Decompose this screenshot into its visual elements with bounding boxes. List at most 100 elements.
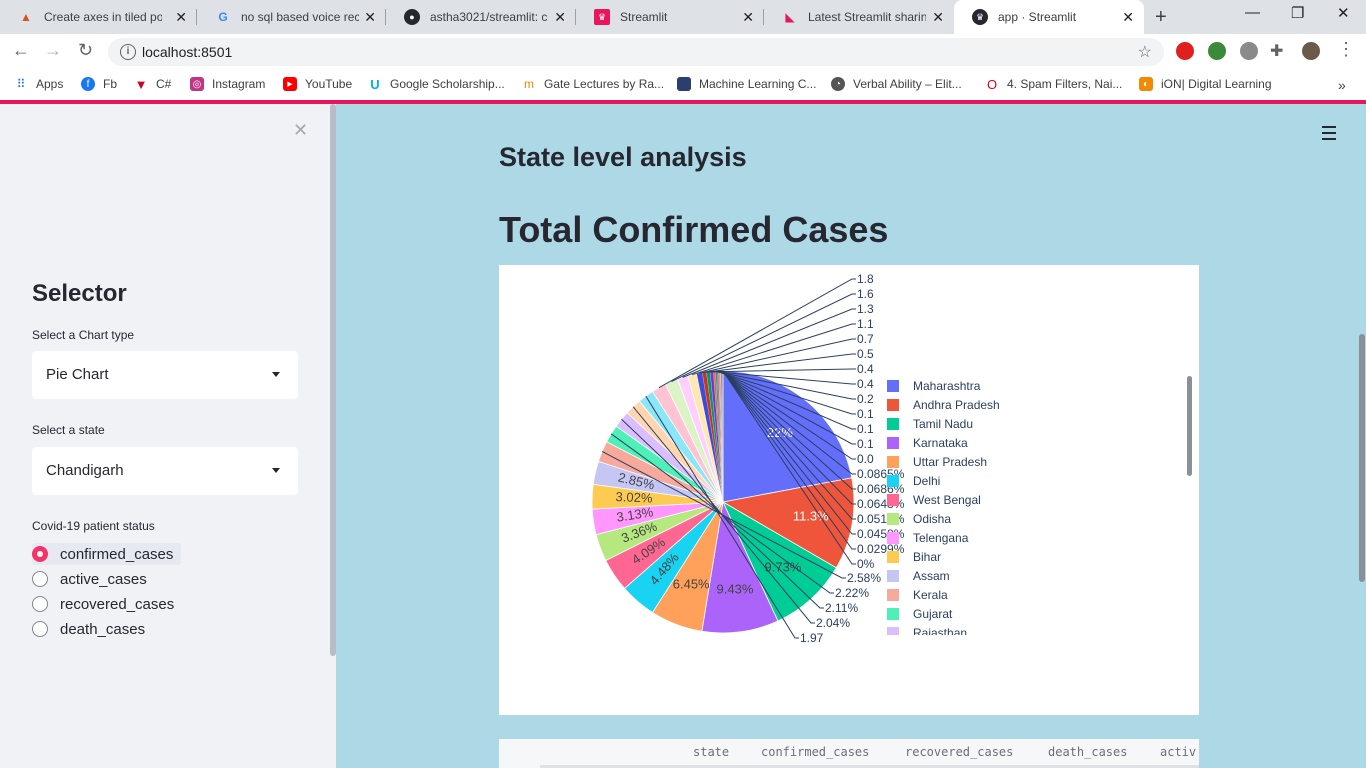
puzzle-icon[interactable]: ✚ xyxy=(1270,41,1283,61)
extension-icon[interactable] xyxy=(1176,42,1194,60)
bookmark-fb[interactable]: f Fb xyxy=(81,77,117,91)
legend-item[interactable]: Andhra Pradesh xyxy=(913,398,1000,412)
bookmark-ion[interactable]: ◐ iON| Digital Learning xyxy=(1139,77,1272,91)
github-icon: ● xyxy=(404,9,420,25)
browser-tab[interactable]: ◣ Latest Streamlit sharing ✕ xyxy=(764,0,954,34)
legend-swatch[interactable] xyxy=(887,456,899,468)
browser-tab-strip: ▲ Create axes in tiled pos ✕ G no sql ba… xyxy=(0,0,1366,34)
legend-scrollbar[interactable] xyxy=(1187,376,1192,476)
pie-chart-svg: 22%11.3%9.73%9.43%6.45%4.48%4.09%3.36%3.… xyxy=(591,272,1000,645)
legend-item[interactable]: Odisha xyxy=(913,512,951,526)
legend-item[interactable]: Tamil Nadu xyxy=(913,417,973,431)
bookmark-verbal[interactable]: ◔ Verbal Ability – Elit... xyxy=(831,77,962,91)
legend-item[interactable]: Rajasthan xyxy=(913,626,967,640)
close-icon[interactable]: ✕ xyxy=(175,9,187,26)
radio-indicator[interactable] xyxy=(32,621,48,637)
bookmark-youtube[interactable]: ▶ YouTube xyxy=(283,77,352,91)
radio-indicator[interactable] xyxy=(32,546,48,562)
legend-item[interactable]: Karnataka xyxy=(913,436,968,450)
close-icon[interactable]: ✕ xyxy=(364,9,376,26)
legend-swatch[interactable] xyxy=(887,475,899,487)
close-icon[interactable]: ✕ xyxy=(554,9,566,26)
extension-icon[interactable] xyxy=(1208,42,1226,60)
pie-slice-label: 0.0 xyxy=(857,452,874,466)
legend-swatch[interactable] xyxy=(887,532,899,544)
legend-item[interactable]: Maharashtra xyxy=(913,379,981,393)
pie-leader-line xyxy=(658,278,856,389)
legend-swatch[interactable] xyxy=(887,494,899,506)
pie-slice-label: 2.58% xyxy=(847,571,881,585)
legend-swatch[interactable] xyxy=(887,418,899,430)
extension-icon[interactable] xyxy=(1240,42,1258,60)
legend-item[interactable]: Kerala xyxy=(913,588,948,602)
address-bar[interactable]: i localhost:8501 ☆ xyxy=(108,38,1164,66)
browser-tab-active[interactable]: ♛ app · Streamlit ✕ xyxy=(954,0,1144,34)
page-scrollbar[interactable] xyxy=(1359,334,1365,582)
legend-swatch[interactable] xyxy=(887,570,899,582)
browser-tab[interactable]: ♛ Streamlit ✕ xyxy=(576,0,764,34)
tab-label: Streamlit xyxy=(620,10,668,24)
browser-tab[interactable]: ● astha3021/streamlit: co ✕ xyxy=(386,0,576,34)
reload-icon[interactable]: ↻ xyxy=(78,40,93,61)
legend-swatch[interactable] xyxy=(887,380,899,392)
legend-swatch[interactable] xyxy=(887,437,899,449)
pie-slice-label: 1.6 xyxy=(857,287,874,301)
forward-icon[interactable]: → xyxy=(44,40,62,61)
hamburger-menu-icon[interactable] xyxy=(1322,126,1336,144)
legend-swatch[interactable] xyxy=(887,513,899,525)
table-header: recovered_cases xyxy=(905,745,1014,759)
radio-indicator[interactable] xyxy=(32,596,48,612)
restore-icon[interactable]: ❐ xyxy=(1291,4,1304,22)
legend-swatch[interactable] xyxy=(887,589,899,601)
legend-item[interactable]: Uttar Pradesh xyxy=(913,455,987,469)
bookmark-spam[interactable]: O 4. Spam Filters, Nai... xyxy=(985,77,1122,92)
tab-label: Latest Streamlit sharing xyxy=(808,10,926,24)
legend-swatch[interactable] xyxy=(887,608,899,620)
bookmark-gate[interactable]: m Gate Lectures by Ra... xyxy=(522,77,664,91)
legend-swatch[interactable] xyxy=(887,627,899,639)
minimize-icon[interactable]: — xyxy=(1245,4,1260,21)
star-icon[interactable]: ☆ xyxy=(1138,42,1152,62)
more-bookmarks-icon[interactable]: » xyxy=(1338,77,1346,93)
radio-death-cases[interactable]: death_cases xyxy=(32,618,153,640)
info-icon[interactable]: i xyxy=(120,44,136,60)
legend-swatch[interactable] xyxy=(887,399,899,411)
close-icon[interactable]: ✕ xyxy=(742,9,754,26)
legend-item[interactable]: Gujarat xyxy=(913,607,953,621)
chart-type-value: Pie Chart xyxy=(46,366,109,383)
new-tab-icon[interactable]: + xyxy=(1155,6,1167,29)
table-header: death_cases xyxy=(1048,745,1128,759)
legend-item[interactable]: Bihar xyxy=(913,550,941,564)
section-subheader: State level analysis xyxy=(499,142,747,172)
pie-slice-label: 1.1 xyxy=(857,317,874,331)
legend-item[interactable]: Telengana xyxy=(913,531,969,545)
state-select[interactable]: Chandigarh xyxy=(32,447,298,495)
ion-icon: ◐ xyxy=(1139,77,1153,91)
legend-item[interactable]: West Bengal xyxy=(913,493,981,507)
legend-item[interactable]: Assam xyxy=(913,569,950,583)
radio-recovered-cases[interactable]: recovered_cases xyxy=(32,593,182,615)
bookmark-instagram[interactable]: ◎ Instagram xyxy=(190,77,265,91)
radio-confirmed-cases[interactable]: confirmed_cases xyxy=(32,543,182,565)
legend-item[interactable]: Delhi xyxy=(913,474,940,488)
radio-indicator[interactable] xyxy=(32,571,48,587)
menu-dots-icon[interactable]: ⋮ xyxy=(1337,39,1355,60)
sidebar-scrollbar[interactable] xyxy=(330,104,336,656)
back-icon[interactable]: ← xyxy=(12,40,30,61)
close-window-icon[interactable]: ✕ xyxy=(1337,4,1350,22)
legend-swatch[interactable] xyxy=(887,551,899,563)
chart-type-select[interactable]: Pie Chart xyxy=(32,351,298,399)
browser-tab[interactable]: ▲ Create axes in tiled pos ✕ xyxy=(0,0,197,34)
table-header: state xyxy=(693,745,730,759)
bookmark-csharp[interactable]: ▼ C# xyxy=(134,77,172,92)
browser-tab[interactable]: G no sql based voice reco ✕ xyxy=(197,0,386,34)
bookmark-ml[interactable]: Machine Learning C... xyxy=(677,77,816,91)
avatar[interactable] xyxy=(1302,42,1320,60)
radio-active-cases[interactable]: active_cases xyxy=(32,568,155,590)
close-sidebar-icon[interactable]: ✕ xyxy=(293,120,308,141)
bookmark-scholarship[interactable]: U Google Scholarship... xyxy=(368,77,504,92)
bookmark-apps[interactable]: ⠿ Apps xyxy=(14,77,64,91)
close-icon[interactable]: ✕ xyxy=(932,9,944,26)
close-icon[interactable]: ✕ xyxy=(1122,9,1134,26)
pie-slice-label: 0.1 xyxy=(857,422,874,436)
